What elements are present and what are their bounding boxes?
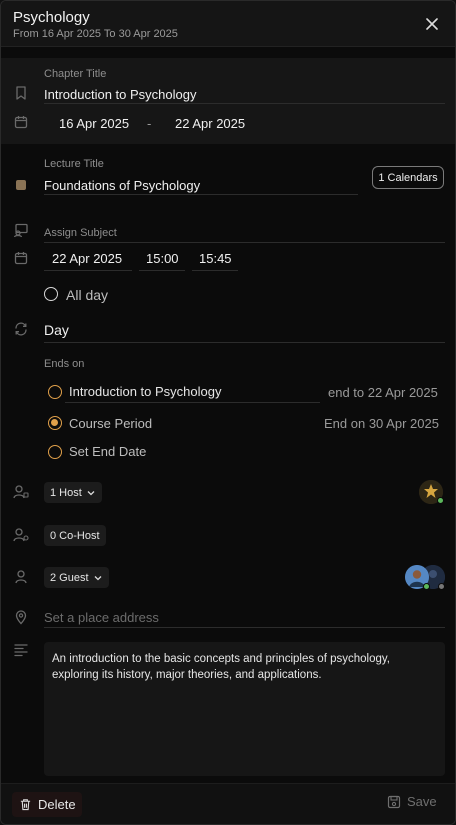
chapter-title-label: Chapter Title bbox=[44, 68, 107, 80]
end-time-underline bbox=[192, 270, 238, 271]
start-time-underline bbox=[139, 270, 185, 271]
event-editor-panel: Psychology From 16 Apr 2025 To 30 Apr 20… bbox=[0, 0, 456, 825]
ends-on-chapter-underline bbox=[65, 402, 320, 403]
ends-on-option-course-radio[interactable] bbox=[48, 416, 62, 430]
lecture-color-swatch[interactable] bbox=[16, 180, 26, 190]
guest-offline-indicator bbox=[438, 583, 445, 590]
save-label: Save bbox=[407, 794, 437, 809]
description-icon bbox=[13, 642, 29, 658]
ends-on-option-course-label: Course Period bbox=[69, 416, 153, 431]
guest-online-indicator bbox=[423, 583, 430, 590]
subject-date[interactable]: 22 Apr 2025 bbox=[52, 251, 122, 266]
date-separator: - bbox=[147, 116, 152, 131]
guest-icon bbox=[13, 569, 29, 585]
header: Psychology From 16 Apr 2025 To 30 Apr 20… bbox=[1, 1, 455, 47]
close-button[interactable] bbox=[421, 13, 443, 35]
assign-subject-underline bbox=[44, 242, 445, 243]
subject-start-time[interactable]: 15:00 bbox=[146, 251, 179, 266]
guest-count: 2 Guest bbox=[50, 571, 89, 584]
repeat-icon bbox=[13, 321, 29, 337]
assign-subject-icon bbox=[13, 222, 29, 238]
repeat-select[interactable]: Day bbox=[44, 322, 69, 338]
footer: Delete Save bbox=[1, 783, 455, 824]
trash-icon bbox=[20, 799, 31, 811]
lecture-title-underline bbox=[44, 194, 358, 195]
cohost-count: 0 Co-Host bbox=[50, 529, 100, 542]
page-subtitle: From 16 Apr 2025 To 30 Apr 2025 bbox=[13, 28, 178, 40]
ends-on-option-set-end-label: Set End Date bbox=[69, 444, 147, 459]
repeat-underline bbox=[44, 342, 445, 343]
chapter-section: Chapter Title Introduction to Psychology… bbox=[1, 58, 455, 144]
host-icon bbox=[13, 484, 29, 500]
save-icon bbox=[387, 795, 401, 808]
delete-button[interactable]: Delete bbox=[12, 792, 82, 817]
ends-on-option-chapter-label: Introduction to Psychology bbox=[69, 384, 222, 399]
place-address-input[interactable]: Set a place address bbox=[44, 610, 159, 625]
close-icon bbox=[426, 18, 438, 30]
calendar-icon bbox=[13, 114, 29, 130]
ends-on-option-course-date: End on 30 Apr 2025 bbox=[324, 416, 439, 431]
host-online-indicator bbox=[437, 497, 444, 504]
lecture-title-input[interactable]: Foundations of Psychology bbox=[44, 178, 200, 193]
chapter-title-underline bbox=[44, 103, 445, 104]
chevron-down-icon bbox=[94, 575, 101, 580]
lecture-title-label: Lecture Title bbox=[44, 158, 104, 170]
location-pin-icon bbox=[13, 609, 29, 625]
ends-on-label: Ends on bbox=[44, 358, 85, 370]
description-textarea[interactable]: An introduction to the basic concepts an… bbox=[44, 642, 445, 776]
chapter-title-input[interactable]: Introduction to Psychology bbox=[44, 87, 196, 102]
page-title: Psychology bbox=[13, 9, 90, 26]
place-underline bbox=[44, 627, 445, 628]
subject-end-time[interactable]: 15:45 bbox=[199, 251, 232, 266]
delete-label: Delete bbox=[38, 797, 76, 812]
ends-on-option-chapter-date: end to 22 Apr 2025 bbox=[328, 385, 438, 400]
save-button[interactable]: Save bbox=[387, 794, 437, 809]
guest-dropdown[interactable]: 2 Guest bbox=[44, 567, 109, 588]
bookmark-icon bbox=[13, 85, 29, 101]
calendars-button[interactable]: 1 Calendars bbox=[372, 166, 444, 189]
host-dropdown[interactable]: 1 Host bbox=[44, 482, 102, 503]
cohost-icon bbox=[13, 527, 29, 543]
subject-date-underline bbox=[44, 270, 132, 271]
chapter-start-date[interactable]: 16 Apr 2025 bbox=[59, 116, 129, 131]
calendar-icon bbox=[13, 250, 29, 266]
cohost-dropdown[interactable]: 0 Co-Host bbox=[44, 525, 106, 546]
chevron-down-icon bbox=[87, 490, 95, 495]
assign-subject-label: Assign Subject bbox=[44, 227, 117, 239]
ends-on-option-chapter-radio[interactable] bbox=[48, 385, 62, 399]
all-day-label: All day bbox=[66, 287, 109, 303]
host-count: 1 Host bbox=[50, 486, 82, 499]
all-day-radio[interactable] bbox=[44, 287, 58, 301]
ends-on-option-set-end-radio[interactable] bbox=[48, 445, 62, 459]
chapter-end-date[interactable]: 22 Apr 2025 bbox=[175, 116, 245, 131]
